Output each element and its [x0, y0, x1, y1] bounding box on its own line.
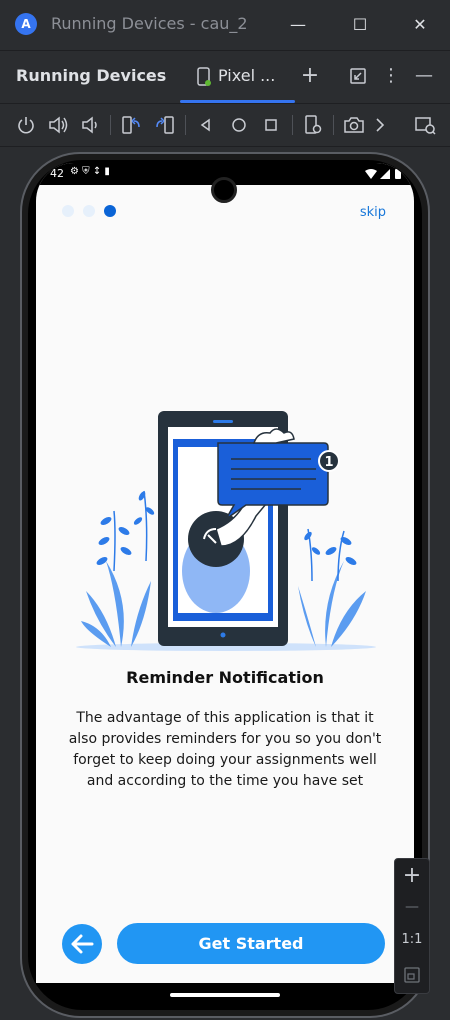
- tool-window-header: Running Devices Pixel ... + ⋮ —: [0, 51, 450, 104]
- zoom-in-button[interactable]: +: [395, 863, 429, 888]
- arrow-left-icon: [71, 934, 94, 954]
- camera-icon[interactable]: [342, 113, 366, 137]
- zoom-fit-icon[interactable]: [395, 965, 429, 985]
- home-icon[interactable]: [227, 113, 251, 137]
- onboarding-title: Reminder Notification: [126, 668, 324, 687]
- tool-window-title: Running Devices: [16, 66, 167, 85]
- toolbar-separator: [333, 115, 334, 135]
- page-dot-1: [62, 205, 74, 217]
- window-titlebar: A Running Devices - cau_2 — ☐ ✕: [0, 0, 450, 51]
- overview-icon[interactable]: [259, 113, 283, 137]
- back-icon[interactable]: [194, 113, 218, 137]
- get-started-button[interactable]: Get Started: [117, 923, 385, 964]
- toolbar-separator: [185, 115, 186, 135]
- power-icon[interactable]: [14, 113, 38, 137]
- wifi-signal-battery-icon: [365, 169, 401, 179]
- display-settings-icon[interactable]: [413, 113, 437, 137]
- zoom-out-button[interactable]: —: [395, 899, 429, 915]
- page-dot-3-active: [104, 205, 116, 217]
- tab-selected-indicator: [180, 100, 295, 103]
- restore-icon[interactable]: [346, 64, 370, 88]
- android-studio-logo: A: [15, 13, 37, 35]
- volume-up-icon[interactable]: [46, 113, 70, 137]
- emulator-toolbar: [0, 104, 450, 147]
- minimize-button[interactable]: —: [285, 12, 311, 38]
- zoom-actual-size-button[interactable]: 1:1: [395, 932, 429, 947]
- tab-pixel-device[interactable]: Pixel ...: [180, 51, 295, 103]
- maximize-button[interactable]: ☐: [347, 12, 373, 38]
- hide-tool-window-button[interactable]: —: [412, 64, 436, 88]
- reminder-illustration: 1: [76, 411, 376, 651]
- page-dot-2: [83, 205, 95, 217]
- gesture-nav-handle[interactable]: [170, 993, 280, 997]
- toolbar-separator: [110, 115, 111, 135]
- zoom-controls: + — 1:1: [394, 858, 430, 994]
- device-settings-icon[interactable]: [301, 113, 325, 137]
- more-options-button[interactable]: ⋮: [379, 64, 403, 88]
- front-camera: [211, 177, 237, 203]
- device-icon: [197, 67, 211, 86]
- notification-badge: 1: [324, 455, 333, 470]
- back-button[interactable]: [62, 924, 102, 964]
- tab-label: Pixel ...: [218, 66, 276, 85]
- onboarding-description: The advantage of this application is tha…: [68, 710, 382, 789]
- rotate-left-icon[interactable]: [119, 113, 143, 137]
- status-time: 42: [50, 167, 64, 180]
- close-button[interactable]: ✕: [407, 12, 433, 38]
- device-screen[interactable]: 42 ⚙ ⛨ ↕ ▮ skip 1 Reminder Notification …: [36, 163, 414, 983]
- new-tab-button[interactable]: +: [298, 64, 322, 88]
- status-icons: ⚙ ⛨ ↕ ▮: [70, 166, 110, 177]
- skip-button[interactable]: skip: [360, 205, 386, 220]
- window-title: Running Devices - cau_2: [51, 14, 248, 33]
- rotate-right-icon[interactable]: [153, 113, 177, 137]
- volume-down-icon[interactable]: [78, 113, 102, 137]
- toolbar-separator: [292, 115, 293, 135]
- chevron-right-icon[interactable]: [368, 113, 392, 137]
